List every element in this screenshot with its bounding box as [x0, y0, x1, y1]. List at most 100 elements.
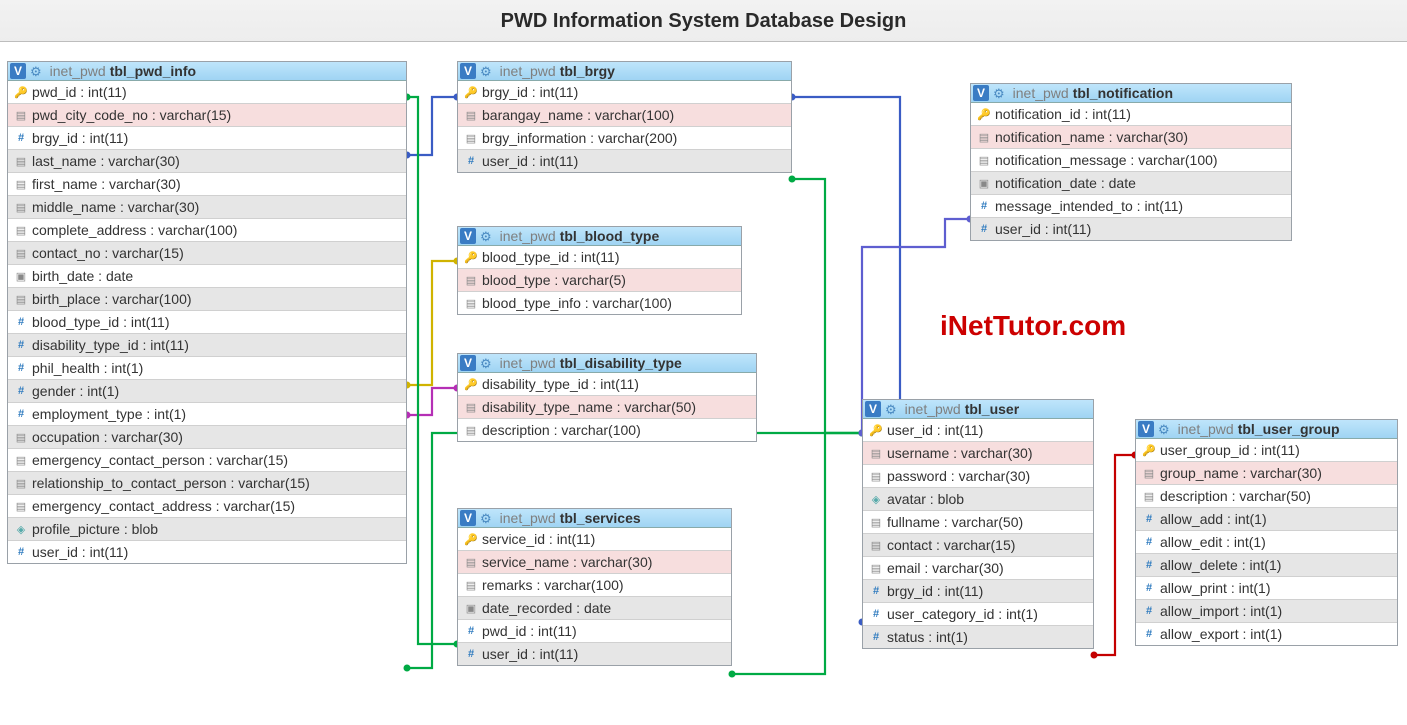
column-row[interactable]: #allow_edit : int(1): [1136, 531, 1397, 554]
column-row[interactable]: 🔑notification_id : int(11): [971, 103, 1291, 126]
gear-icon[interactable]: ⚙: [480, 230, 492, 243]
table-tbl_user[interactable]: V⚙inet_pwd tbl_user🔑user_id : int(11)▤us…: [862, 399, 1094, 649]
column-row[interactable]: ▣date_recorded : date: [458, 597, 731, 620]
column-row[interactable]: #allow_add : int(1): [1136, 508, 1397, 531]
table-header[interactable]: V⚙inet_pwd tbl_notification: [971, 84, 1291, 103]
column-row[interactable]: #status : int(1): [863, 626, 1093, 648]
column-row[interactable]: ▤fullname : varchar(50): [863, 511, 1093, 534]
column-def: disability_type_name : varchar(50): [482, 399, 696, 415]
column-row[interactable]: #blood_type_id : int(11): [8, 311, 406, 334]
column-row[interactable]: ▣notification_date : date: [971, 172, 1291, 195]
column-row[interactable]: ▤password : varchar(30): [863, 465, 1093, 488]
column-row[interactable]: 🔑user_id : int(11): [863, 419, 1093, 442]
column-row[interactable]: ▤last_name : varchar(30): [8, 150, 406, 173]
table-header[interactable]: V⚙inet_pwd tbl_user: [863, 400, 1093, 419]
column-row[interactable]: 🔑brgy_id : int(11): [458, 81, 791, 104]
gear-icon[interactable]: ⚙: [885, 403, 897, 416]
column-row[interactable]: 🔑blood_type_id : int(11): [458, 246, 741, 269]
column-row[interactable]: #allow_export : int(1): [1136, 623, 1397, 645]
column-row[interactable]: 🔑user_group_id : int(11): [1136, 439, 1397, 462]
column-row[interactable]: ▤description : varchar(50): [1136, 485, 1397, 508]
column-row[interactable]: #user_id : int(11): [458, 643, 731, 665]
table-header[interactable]: V⚙inet_pwd tbl_disability_type: [458, 354, 756, 373]
column-row[interactable]: ▤pwd_city_code_no : varchar(15): [8, 104, 406, 127]
column-row[interactable]: #employment_type : int(1): [8, 403, 406, 426]
view-badge-icon[interactable]: V: [1138, 421, 1154, 437]
column-row[interactable]: #disability_type_id : int(11): [8, 334, 406, 357]
column-row[interactable]: ▤group_name : varchar(30): [1136, 462, 1397, 485]
column-row[interactable]: #phil_health : int(1): [8, 357, 406, 380]
column-row[interactable]: ▤relationship_to_contact_person : varcha…: [8, 472, 406, 495]
column-row[interactable]: #user_category_id : int(1): [863, 603, 1093, 626]
column-row[interactable]: #allow_print : int(1): [1136, 577, 1397, 600]
column-row[interactable]: ◈profile_picture : blob: [8, 518, 406, 541]
column-row[interactable]: ▤service_name : varchar(30): [458, 551, 731, 574]
table-header[interactable]: V⚙inet_pwd tbl_user_group: [1136, 420, 1397, 439]
db-prefix: inet_pwd: [50, 63, 106, 79]
column-row[interactable]: ◈avatar : blob: [863, 488, 1093, 511]
view-badge-icon[interactable]: V: [10, 63, 26, 79]
column-row[interactable]: #pwd_id : int(11): [458, 620, 731, 643]
hash-icon: #: [869, 608, 883, 620]
column-row[interactable]: #brgy_id : int(11): [863, 580, 1093, 603]
column-row[interactable]: #user_id : int(11): [458, 150, 791, 172]
column-row[interactable]: #message_intended_to : int(11): [971, 195, 1291, 218]
column-row[interactable]: #allow_import : int(1): [1136, 600, 1397, 623]
gear-icon[interactable]: ⚙: [480, 65, 492, 78]
table-header[interactable]: V⚙inet_pwd tbl_services: [458, 509, 731, 528]
gear-icon[interactable]: ⚙: [1158, 423, 1170, 436]
view-badge-icon[interactable]: V: [460, 228, 476, 244]
view-badge-icon[interactable]: V: [460, 355, 476, 371]
column-row[interactable]: #allow_delete : int(1): [1136, 554, 1397, 577]
key-icon: 🔑: [464, 251, 478, 264]
column-row[interactable]: ▤contact_no : varchar(15): [8, 242, 406, 265]
table-tbl_pwd_info[interactable]: V⚙inet_pwd tbl_pwd_info🔑pwd_id : int(11)…: [7, 61, 407, 564]
column-row[interactable]: ▤complete_address : varchar(100): [8, 219, 406, 242]
table-tbl_blood_type[interactable]: V⚙inet_pwd tbl_blood_type🔑blood_type_id …: [457, 226, 742, 315]
table-tbl_services[interactable]: V⚙inet_pwd tbl_services🔑service_id : int…: [457, 508, 732, 666]
column-row[interactable]: ▤disability_type_name : varchar(50): [458, 396, 756, 419]
view-badge-icon[interactable]: V: [460, 63, 476, 79]
column-row[interactable]: ▣birth_date : date: [8, 265, 406, 288]
table-header[interactable]: V⚙inet_pwd tbl_pwd_info: [8, 62, 406, 81]
column-row[interactable]: ▤contact : varchar(15): [863, 534, 1093, 557]
column-row[interactable]: ▤birth_place : varchar(100): [8, 288, 406, 311]
column-row[interactable]: ▤notification_name : varchar(30): [971, 126, 1291, 149]
column-row[interactable]: #user_id : int(11): [971, 218, 1291, 240]
column-row[interactable]: ▤brgy_information : varchar(200): [458, 127, 791, 150]
column-row[interactable]: ▤username : varchar(30): [863, 442, 1093, 465]
table-tbl_disability_type[interactable]: V⚙inet_pwd tbl_disability_type🔑disabilit…: [457, 353, 757, 442]
view-badge-icon[interactable]: V: [973, 85, 989, 101]
column-row[interactable]: ▤description : varchar(100): [458, 419, 756, 441]
column-row[interactable]: ▤blood_type : varchar(5): [458, 269, 741, 292]
table-tbl_notification[interactable]: V⚙inet_pwd tbl_notification🔑notification…: [970, 83, 1292, 241]
column-row[interactable]: ▤remarks : varchar(100): [458, 574, 731, 597]
gear-icon[interactable]: ⚙: [480, 357, 492, 370]
column-row[interactable]: ▤email : varchar(30): [863, 557, 1093, 580]
column-row[interactable]: ▤notification_message : varchar(100): [971, 149, 1291, 172]
table-header[interactable]: V⚙inet_pwd tbl_brgy: [458, 62, 791, 81]
column-row[interactable]: ▤barangay_name : varchar(100): [458, 104, 791, 127]
view-badge-icon[interactable]: V: [865, 401, 881, 417]
column-row[interactable]: ▤emergency_contact_person : varchar(15): [8, 449, 406, 472]
column-def: blood_type_id : int(11): [32, 314, 170, 330]
view-badge-icon[interactable]: V: [460, 510, 476, 526]
table-tbl_brgy[interactable]: V⚙inet_pwd tbl_brgy🔑brgy_id : int(11)▤ba…: [457, 61, 792, 173]
gear-icon[interactable]: ⚙: [480, 512, 492, 525]
column-row[interactable]: 🔑service_id : int(11): [458, 528, 731, 551]
column-row[interactable]: ▤occupation : varchar(30): [8, 426, 406, 449]
column-row[interactable]: ▤blood_type_info : varchar(100): [458, 292, 741, 314]
column-row[interactable]: #gender : int(1): [8, 380, 406, 403]
table-tbl_user_group[interactable]: V⚙inet_pwd tbl_user_group🔑user_group_id …: [1135, 419, 1398, 646]
gear-icon[interactable]: ⚙: [30, 65, 42, 78]
key-icon: 🔑: [464, 86, 478, 99]
column-row[interactable]: #brgy_id : int(11): [8, 127, 406, 150]
column-row[interactable]: ▤first_name : varchar(30): [8, 173, 406, 196]
column-row[interactable]: ▤emergency_contact_address : varchar(15): [8, 495, 406, 518]
column-row[interactable]: 🔑disability_type_id : int(11): [458, 373, 756, 396]
table-header[interactable]: V⚙inet_pwd tbl_blood_type: [458, 227, 741, 246]
column-row[interactable]: ▤middle_name : varchar(30): [8, 196, 406, 219]
column-row[interactable]: #user_id : int(11): [8, 541, 406, 563]
gear-icon[interactable]: ⚙: [993, 87, 1005, 100]
column-row[interactable]: 🔑pwd_id : int(11): [8, 81, 406, 104]
